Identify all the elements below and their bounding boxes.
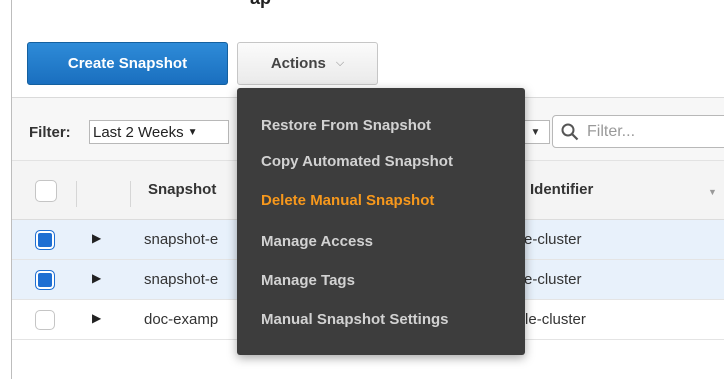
expand-icon[interactable]: ▶ <box>92 231 101 245</box>
row-checkbox[interactable] <box>35 310 55 330</box>
column-header-identifier[interactable]: Identifier <box>530 181 593 198</box>
actions-dropdown-menu: Restore From Snapshot Copy Automated Sna… <box>237 88 525 355</box>
create-snapshot-button[interactable]: Create Snapshot <box>27 42 228 85</box>
menu-item-manage-access[interactable]: Manage Access <box>261 233 373 250</box>
snapshot-name: doc-examp <box>144 311 219 328</box>
filter-label: Filter: <box>29 124 71 141</box>
expand-icon[interactable]: ▶ <box>92 271 101 285</box>
snapshot-name: snapshot-e <box>144 231 219 248</box>
menu-item-delete-manual-snapshot[interactable]: Delete Manual Snapshot <box>261 192 434 209</box>
column-header-snapshot[interactable]: Snapshot <box>148 181 216 198</box>
time-range-select[interactable]: Last 2 Weeks ▼ <box>89 120 229 144</box>
search-field[interactable] <box>552 115 724 148</box>
row-checkbox[interactable] <box>35 230 55 250</box>
column-divider <box>130 181 131 207</box>
column-divider <box>76 181 77 207</box>
cluster-name: e-cluster <box>524 231 582 248</box>
menu-item-restore-from-snapshot[interactable]: Restore From Snapshot <box>261 117 431 134</box>
create-snapshot-label: Create Snapshot <box>67 55 188 72</box>
snapshot-name: snapshot-e <box>144 271 219 288</box>
dropdown-arrow-icon: ▼ <box>530 126 541 138</box>
search-icon <box>561 123 579 140</box>
search-input[interactable] <box>585 121 709 142</box>
page-heading-partial: ap <box>250 0 400 10</box>
chevron-down-icon: ⌵ <box>335 57 345 69</box>
menu-item-manage-tags[interactable]: Manage Tags <box>261 272 355 289</box>
select-all-checkbox[interactable] <box>35 180 57 202</box>
cluster-name: e-cluster <box>524 271 582 288</box>
menu-item-copy-automated-snapshot[interactable]: Copy Automated Snapshot <box>261 153 453 170</box>
time-range-value: Last 2 Weeks <box>93 123 184 141</box>
expand-icon[interactable]: ▶ <box>92 311 101 325</box>
actions-label: Actions <box>270 55 326 72</box>
actions-button[interactable]: Actions ⌵ <box>237 42 378 85</box>
dropdown-arrow-icon: ▼ <box>187 126 198 138</box>
sort-icon[interactable]: ▼ <box>708 187 717 197</box>
row-checkbox[interactable] <box>35 270 55 290</box>
type-select[interactable]: ▼ <box>522 120 550 144</box>
menu-item-manual-snapshot-settings[interactable]: Manual Snapshot Settings <box>261 311 449 328</box>
